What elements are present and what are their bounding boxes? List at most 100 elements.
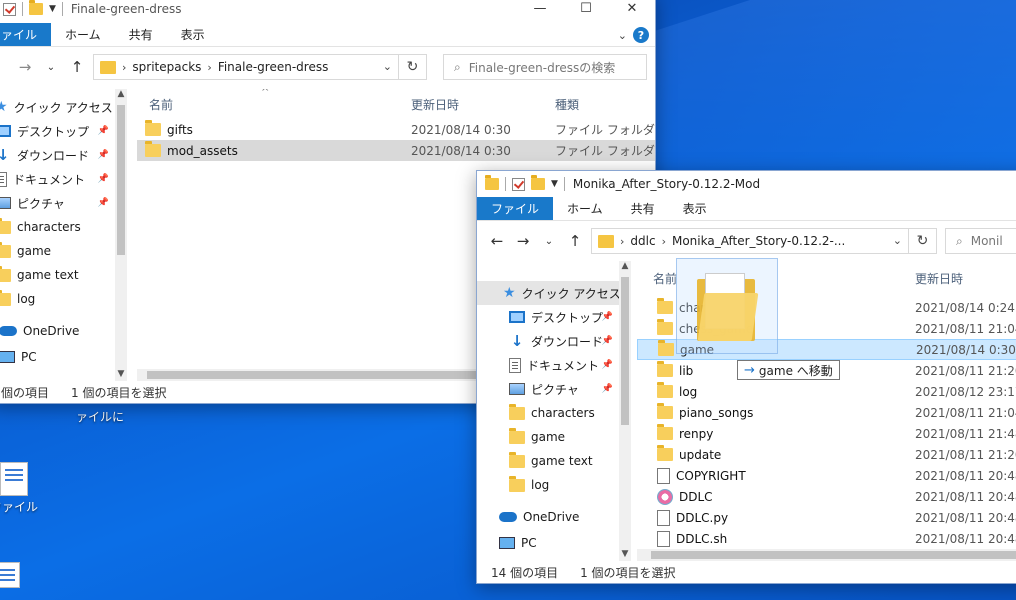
properties-icon[interactable]	[3, 2, 16, 16]
sidebar-item[interactable]: ↓ダウンロード📌	[477, 329, 619, 353]
tab-share[interactable]: 共有	[617, 197, 669, 220]
tab-home[interactable]: ホーム	[553, 197, 617, 220]
breadcrumb-ddlc[interactable]: ddlc	[630, 234, 655, 248]
new-folder-icon[interactable]	[531, 175, 545, 190]
forward-icon[interactable]: →	[513, 232, 533, 250]
sidebar-item-label: ドキュメント	[527, 358, 600, 373]
file-row[interactable]: gifts 2021/08/14 0:30 ファイル フォルダー	[137, 119, 655, 140]
breadcrumb-finale[interactable]: Finale-green-dress	[218, 60, 329, 74]
maximize-button[interactable]: ☐	[563, 0, 609, 21]
tab-share[interactable]: 共有	[115, 23, 167, 46]
column-type[interactable]: 種類	[555, 96, 579, 113]
sidebar-item[interactable]: ドキュメント 📌	[477, 353, 619, 377]
minimize-button[interactable]: —	[517, 0, 563, 21]
back-icon[interactable]: ←	[487, 232, 507, 250]
desktop-icon	[509, 311, 525, 323]
customize-toolbar-icon[interactable]: ▼	[49, 4, 56, 14]
sidebar-item[interactable]: game text	[477, 449, 619, 473]
properties-icon[interactable]	[512, 177, 525, 191]
search-box[interactable]: ⌕ Monil	[945, 228, 1016, 254]
file-row[interactable]: DDLC.py 2021/08/11 20:48	[637, 507, 1016, 528]
column-date[interactable]: 更新日時	[411, 96, 459, 113]
tab-file[interactable]: ァイル	[0, 23, 52, 46]
pin-icon: 📌	[97, 150, 109, 160]
sidebar-item[interactable]: game	[0, 239, 115, 263]
sidebar-item[interactable]: OneDrive	[477, 505, 619, 529]
scrollbar-thumb[interactable]	[651, 551, 1016, 559]
close-button[interactable]: ✕	[609, 0, 655, 21]
help-icon[interactable]: ?	[633, 27, 649, 43]
search-box[interactable]: ⌕ Finale-green-dressの検索	[443, 54, 647, 80]
selection-count: 1 個の項目を選択	[580, 565, 676, 580]
scrollbar-thumb[interactable]	[621, 277, 629, 425]
sidebar-item[interactable]: PC	[477, 531, 619, 555]
desktop-shortcut-1[interactable]: ァイルに	[70, 408, 130, 425]
breadcrumb-spritepacks[interactable]: spritepacks	[132, 60, 201, 74]
file-name: DDLC	[657, 488, 713, 505]
search-placeholder: Monil	[970, 234, 1003, 248]
folder-icon	[658, 340, 674, 356]
sidebar-item[interactable]: デスクトップ 📌	[0, 119, 115, 143]
recent-locations-icon[interactable]: ⌄	[539, 236, 559, 247]
address-dropdown-icon[interactable]: ⌄	[383, 60, 392, 73]
file-row[interactable]: DDLC.sh 2021/08/11 20:48	[637, 528, 1016, 549]
scroll-down-icon[interactable]: ▼	[115, 369, 127, 381]
refresh-icon[interactable]: ↻	[398, 55, 426, 79]
tab-home[interactable]: ホーム	[51, 23, 115, 46]
sidebar-item[interactable]: log	[477, 473, 619, 497]
sidebar-item[interactable]: ピクチャ 📌	[0, 191, 115, 215]
address-bar[interactable]: › spritepacks › Finale-green-dress ⌄ ↻	[93, 54, 427, 80]
horizontal-scrollbar[interactable]	[637, 549, 1016, 561]
sidebar-item[interactable]: log	[0, 287, 115, 311]
file-row[interactable]: update 2021/08/11 21:20	[637, 444, 1016, 465]
tab-view[interactable]: 表示	[669, 197, 721, 220]
scrollbar-thumb[interactable]	[117, 105, 125, 255]
tab-view[interactable]: 表示	[167, 23, 219, 46]
sidebar-item-label: ダウンロード	[531, 334, 604, 349]
new-folder-icon[interactable]	[29, 0, 43, 15]
file-row[interactable]: DDLC 2021/08/11 20:48	[637, 486, 1016, 507]
sidebar-item[interactable]: game	[477, 425, 619, 449]
scroll-up-icon[interactable]: ▲	[115, 89, 127, 101]
sidebar-item[interactable]: game text	[0, 263, 115, 287]
address-bar[interactable]: › ddlc › Monika_After_Story-0.12.2-... ⌄…	[591, 228, 937, 254]
file-row[interactable]: piano_songs 2021/08/11 21:04	[637, 402, 1016, 423]
sidebar-item[interactable]: デスクトップ 📌	[477, 305, 619, 329]
title-bar[interactable]: ▼ Monika_After_Story-0.12.2-Mod	[477, 171, 1016, 197]
forward-icon[interactable]: →	[15, 58, 35, 76]
recent-locations-icon[interactable]: ⌄	[41, 62, 61, 73]
sidebar-item[interactable]: OneDrive	[0, 319, 115, 343]
file-row[interactable]: log 2021/08/12 23:17	[637, 381, 1016, 402]
file-row[interactable]: mod_assets 2021/08/14 0:30 ファイル フォルダー	[137, 140, 655, 161]
customize-toolbar-icon[interactable]: ▼	[551, 179, 558, 189]
sidebar-item[interactable]: PC	[0, 345, 115, 369]
sidebar-item[interactable]: characters	[0, 215, 115, 239]
address-dropdown-icon[interactable]: ⌄	[893, 234, 902, 247]
sidebar-item[interactable]: ドキュメント 📌	[0, 167, 115, 191]
desktop-shortcut-2[interactable]: ファイル	[0, 462, 44, 515]
column-name[interactable]: 名前	[149, 96, 173, 113]
scrollbar-thumb[interactable]	[147, 371, 507, 379]
refresh-icon[interactable]: ↻	[908, 229, 936, 253]
sidebar-item[interactable]: ★ クイック アクセス	[0, 95, 115, 119]
scroll-down-icon[interactable]: ▼	[619, 549, 631, 561]
sidebar-item-label: OneDrive	[523, 510, 580, 524]
nav-scrollbar[interactable]: ▲ ▼	[619, 261, 631, 561]
column-date[interactable]: 更新日時	[915, 270, 963, 287]
file-row[interactable]: renpy 2021/08/11 21:48	[637, 423, 1016, 444]
up-icon[interactable]: ↑	[565, 232, 585, 250]
file-row[interactable]: COPYRIGHT 2021/08/11 20:48	[637, 465, 1016, 486]
tab-file[interactable]: ファイル	[477, 197, 554, 220]
sidebar-item[interactable]: ピクチャ 📌	[477, 377, 619, 401]
expand-ribbon-icon[interactable]: ⌄	[618, 29, 627, 42]
title-bar[interactable]: ▼ Finale-green-dress — ☐ ✕	[0, 0, 655, 23]
scroll-up-icon[interactable]: ▲	[619, 261, 631, 273]
desktop-shortcut-3[interactable]	[0, 562, 26, 590]
sidebar-item[interactable]: ↓ダウンロード📌	[0, 143, 115, 167]
sidebar-item[interactable]: characters	[477, 401, 619, 425]
sidebar-item[interactable]: ★ クイック アクセス	[477, 281, 619, 305]
column-name[interactable]: 名前	[653, 270, 677, 287]
nav-scrollbar[interactable]: ▲ ▼	[115, 89, 127, 381]
up-icon[interactable]: ↑	[67, 58, 87, 76]
breadcrumb-monika[interactable]: Monika_After_Story-0.12.2-...	[672, 234, 845, 248]
